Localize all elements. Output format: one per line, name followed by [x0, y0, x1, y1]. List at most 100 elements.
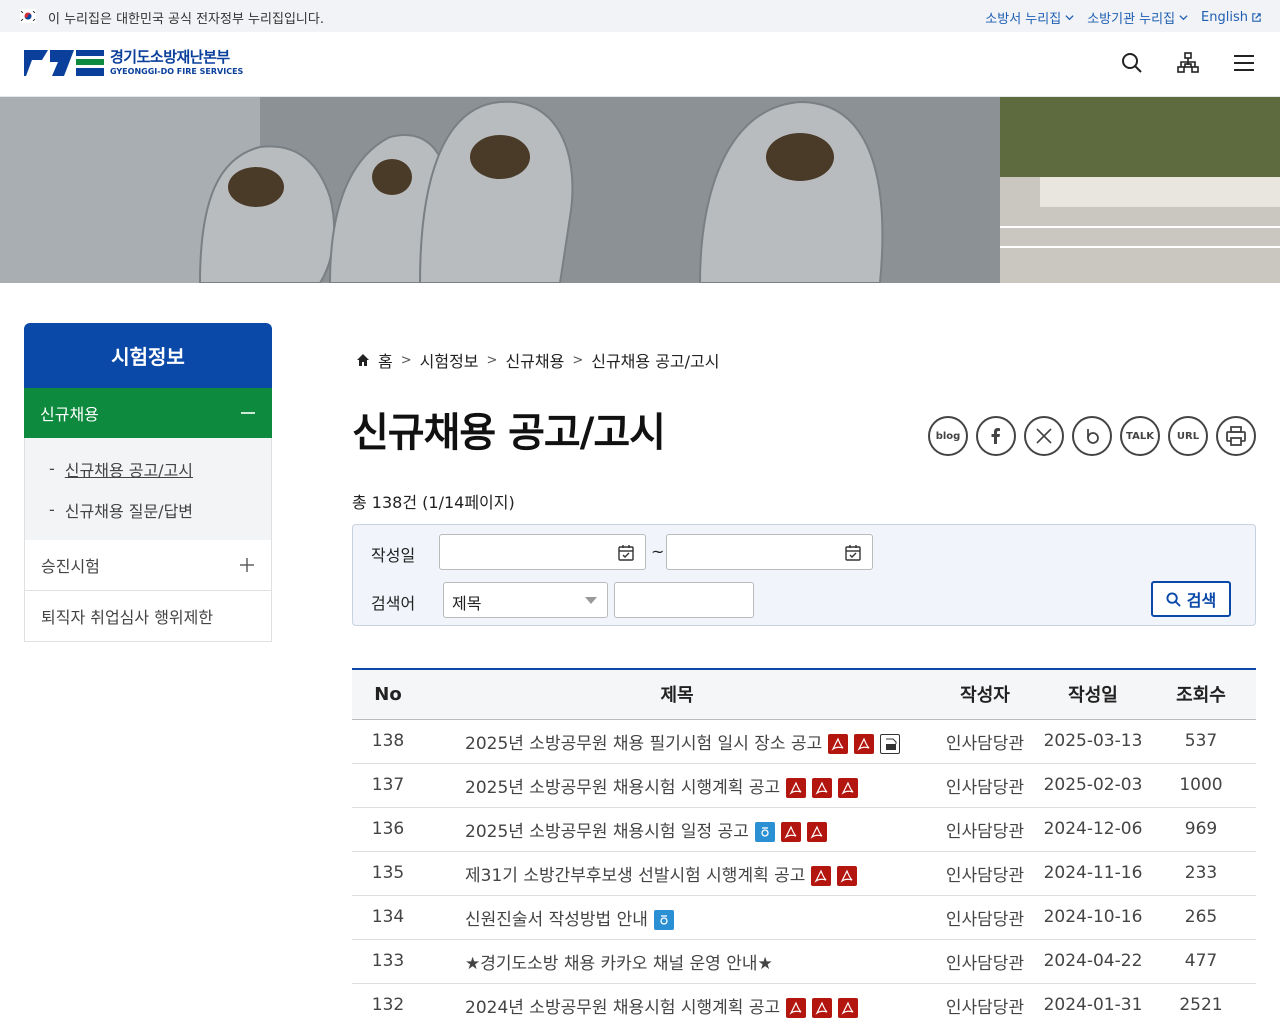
breadcrumb-new-recruit[interactable]: 신규채용 — [505, 348, 564, 372]
row-views: 233 — [1184, 863, 1218, 883]
search-button[interactable]: 검색 — [1151, 581, 1231, 617]
date-label: 작성일 — [371, 546, 416, 565]
row-writer: 인사담당관 — [945, 865, 1025, 886]
site-logo[interactable]: 경기도소방재난본부 GYEONGGI-DO FIRE SERVICES — [24, 48, 243, 78]
pdf-file-icon[interactable] — [812, 997, 833, 1018]
pdf-file-icon[interactable] — [812, 777, 833, 798]
row-date: 2024-12-06 — [1043, 819, 1143, 839]
row-title-cell: 2025년 소방공무원 채용시험 시행계획 공고 — [424, 763, 930, 807]
row-views: 969 — [1184, 819, 1218, 839]
row-number: 137 — [371, 775, 405, 795]
side-nav-item-promotion-exam[interactable]: 승진시험 — [24, 540, 272, 591]
fire-station-sites-link[interactable]: 소방서 누리집 — [985, 8, 1075, 27]
table-header-row: No 제목 작성자 작성일 조회수 — [352, 669, 1256, 719]
side-nav-submenu: - 신규채용 공고/고시 - 신규채용 질문/답변 — [24, 438, 272, 540]
row-writer: 인사담당관 — [945, 909, 1025, 930]
row-title-cell: 2025년 소방공무원 채용 필기시험 일시 장소 공고 — [424, 719, 930, 763]
submenu-item-recruit-notice[interactable]: - 신규채용 공고/고시 — [25, 448, 271, 489]
pdf-file-icon[interactable] — [837, 865, 858, 886]
english-link[interactable]: English — [1201, 8, 1262, 27]
post-title-link[interactable]: 신원진술서 작성방법 안내 — [465, 910, 648, 930]
post-title-link[interactable]: 2024년 소방공무원 채용시험 시행계획 공고 — [465, 998, 780, 1018]
row-writer: 인사담당관 — [945, 997, 1025, 1018]
row-date: 2024-01-31 — [1043, 995, 1143, 1015]
breadcrumb: 홈 > 시험정보 > 신규채용 > 신규채용 공고/고시 — [356, 348, 719, 372]
fire-agency-sites-link[interactable]: 소방기관 누리집 — [1087, 8, 1189, 27]
row-writer: 인사담당관 — [945, 821, 1025, 842]
file-file-icon[interactable] — [880, 733, 901, 754]
site-header: 경기도소방재난본부 GYEONGGI-DO FIRE SERVICES — [0, 32, 1280, 97]
row-title-cell: 제31기 소방간부후보생 선발시험 시행계획 공고 — [424, 851, 930, 895]
calendar-icon[interactable] — [844, 544, 862, 562]
url-copy-icon[interactable]: URL — [1168, 416, 1208, 456]
chevron-down-icon — [1065, 15, 1074, 21]
submenu-item-recruit-qna[interactable]: - 신규채용 질문/답변 — [25, 489, 271, 530]
side-nav-item-retiree-restriction[interactable]: 퇴직자 취업심사 행위제한 — [24, 591, 272, 642]
pdf-file-icon[interactable] — [838, 997, 859, 1018]
table-row: 138 2025년 소방공무원 채용 필기시험 일시 장소 공고 인사담당관 2025… — [352, 719, 1256, 763]
keyword-label: 검색어 — [371, 594, 416, 613]
calendar-icon[interactable] — [617, 544, 635, 562]
post-title-link[interactable]: 2025년 소방공무원 채용시험 시행계획 공고 — [465, 778, 780, 798]
facebook-share-icon[interactable] — [976, 416, 1016, 456]
row-writer: 인사담당관 — [945, 777, 1025, 798]
row-views: 2521 — [1179, 995, 1223, 1015]
hwp-file-icon[interactable] — [754, 821, 775, 842]
dropdown-arrow-icon — [585, 597, 597, 604]
pdf-file-icon[interactable] — [838, 777, 859, 798]
hero-banner-image — [0, 97, 1280, 283]
table-row: 134 신원진술서 작성방법 안내 인사담당관 2024-10-16 265 — [352, 895, 1256, 939]
row-views: 477 — [1184, 951, 1218, 971]
menu-icon[interactable] — [1232, 51, 1256, 75]
pdf-file-icon[interactable] — [786, 997, 807, 1018]
row-writer: 인사담당관 — [945, 953, 1025, 974]
expand-plus-icon — [240, 558, 254, 572]
post-title-link[interactable]: 2025년 소방공무원 채용시험 일정 공고 — [465, 822, 749, 842]
pdf-file-icon[interactable] — [828, 733, 849, 754]
sitemap-icon[interactable] — [1176, 51, 1200, 75]
post-title-link[interactable]: 2025년 소방공무원 채용 필기시험 일시 장소 공고 — [465, 734, 822, 754]
breadcrumb-home[interactable]: 홈 — [378, 348, 393, 372]
pdf-file-icon[interactable] — [806, 821, 827, 842]
notice-table: No 제목 작성자 작성일 조회수 138 2025년 소방공무원 채용 필기시험… — [352, 668, 1256, 1024]
submenu-label: 신규채용 질문/답변 — [64, 501, 194, 521]
side-nav-active-section[interactable]: 신규채용 — [24, 388, 272, 438]
x-share-icon[interactable] — [1024, 416, 1064, 456]
table-row: 135 제31기 소방간부후보생 선발시험 시행계획 공고 인사담당관 2024-11… — [352, 851, 1256, 895]
home-icon — [357, 354, 369, 366]
kakaotalk-share-icon[interactable]: TALK — [1120, 416, 1160, 456]
result-count: 총 138건 (1/14페이지) — [352, 493, 515, 512]
blog-share-icon[interactable]: blog — [928, 416, 968, 456]
search-icon[interactable] — [1120, 51, 1144, 75]
pdf-file-icon[interactable] — [780, 821, 801, 842]
breadcrumb-exam-info[interactable]: 시험정보 — [420, 348, 479, 372]
post-title-link[interactable]: ★경기도소방 채용 카카오 채널 운영 안내★ — [465, 954, 773, 974]
band-share-icon[interactable] — [1072, 416, 1112, 456]
pdf-file-icon[interactable] — [786, 777, 807, 798]
hwp-file-icon[interactable] — [653, 909, 674, 930]
search-field-select[interactable]: 제목 — [443, 582, 608, 618]
post-title-link[interactable]: 제31기 소방간부후보생 선발시험 시행계획 공고 — [465, 866, 805, 886]
print-icon[interactable] — [1216, 416, 1256, 456]
row-views: 537 — [1184, 731, 1218, 751]
date-range-tilde: ~ — [651, 542, 665, 561]
row-title-cell: ★경기도소방 채용 카카오 채널 운영 안내★ — [424, 939, 930, 983]
fire-station-sites-label: 소방서 누리집 — [985, 12, 1062, 27]
row-date: 2024-04-22 — [1043, 951, 1143, 971]
pdf-file-icon[interactable] — [854, 733, 875, 754]
column-header-writer: 작성자 — [960, 685, 1010, 707]
row-number: 135 — [371, 863, 405, 883]
row-number: 132 — [371, 995, 405, 1015]
row-views: 265 — [1184, 907, 1218, 927]
search-keyword-input[interactable] — [614, 582, 754, 618]
logo-mark-icon — [24, 50, 104, 76]
share-buttons: blog TALK URL — [928, 416, 1256, 456]
fire-agency-sites-label: 소방기관 누리집 — [1087, 12, 1176, 27]
row-views: 1000 — [1179, 775, 1223, 795]
start-date-input[interactable] — [439, 534, 646, 570]
column-header-views: 조회수 — [1176, 685, 1226, 707]
gov-banner-text: 이 누리집은 대한민국 공식 전자정부 누리집입니다. — [48, 12, 324, 27]
side-navigation: 시험정보 신규채용 - 신규채용 공고/고시 - 신규채용 질문/답변 승진시험 퇴… — [24, 323, 272, 642]
end-date-input[interactable] — [666, 534, 873, 570]
pdf-file-icon[interactable] — [811, 865, 832, 886]
